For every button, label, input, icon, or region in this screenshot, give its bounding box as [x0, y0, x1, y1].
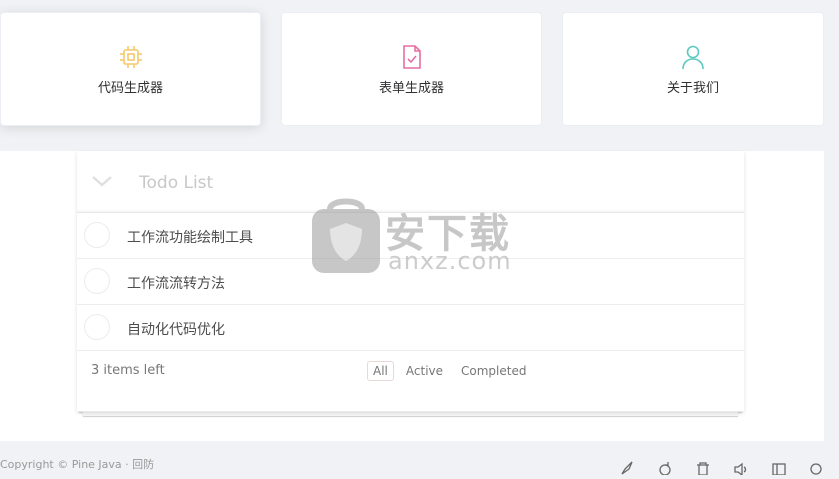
bottom-toolbar [619, 460, 825, 477]
filter-completed[interactable]: Completed [455, 361, 532, 381]
rocket-icon[interactable] [619, 460, 635, 475]
card-label: 表单生成器 [378, 81, 444, 96]
watermark-domain: anxz.com [388, 247, 512, 275]
todo-item-text[interactable]: 工作流功能绘制工具 [127, 227, 253, 247]
search-icon[interactable] [809, 460, 825, 475]
copyright-text: Copyright © Pine Java · 回防 [0, 458, 155, 471]
filter-active[interactable]: Active [400, 361, 449, 381]
trash-icon[interactable] [695, 460, 711, 476]
todo-checkbox[interactable] [84, 314, 110, 340]
form-check-icon [398, 43, 426, 71]
todo-item-text[interactable]: 工作流流转方法 [127, 273, 225, 293]
todo-item-text[interactable]: 自动化代码优化 [127, 319, 225, 339]
card-label: 关于我们 [666, 81, 719, 96]
code-generator-card[interactable]: 代码生成器 [0, 12, 261, 126]
form-generator-card[interactable]: 表单生成器 [281, 12, 542, 126]
todo-list: 工作流功能绘制工具 工作流流转方法 自动化代码优化 3 items left A… [77, 151, 744, 411]
todo-item: 自动化代码优化 [77, 305, 744, 351]
layout-icon[interactable] [771, 460, 787, 476]
todo-footer: 3 items left All Active Completed [77, 351, 744, 411]
volume-icon[interactable] [733, 460, 749, 477]
filter-all[interactable]: All [367, 361, 394, 381]
card-label: 代码生成器 [97, 81, 163, 96]
refresh-icon[interactable] [657, 460, 673, 476]
chip-icon [117, 43, 145, 71]
watermark-logo-icon [312, 198, 380, 273]
items-left-count: 3 items left [91, 363, 165, 378]
stack-shadow [83, 412, 738, 416]
watermark: 安下载 anxz.com [310, 195, 530, 275]
about-us-card[interactable]: 关于我们 [562, 12, 824, 126]
todo-checkbox[interactable] [84, 222, 110, 248]
user-icon [679, 43, 707, 71]
todo-checkbox[interactable] [84, 268, 110, 294]
chevron-down-icon[interactable] [91, 173, 113, 189]
filter-tabs: All Active Completed [367, 361, 532, 381]
